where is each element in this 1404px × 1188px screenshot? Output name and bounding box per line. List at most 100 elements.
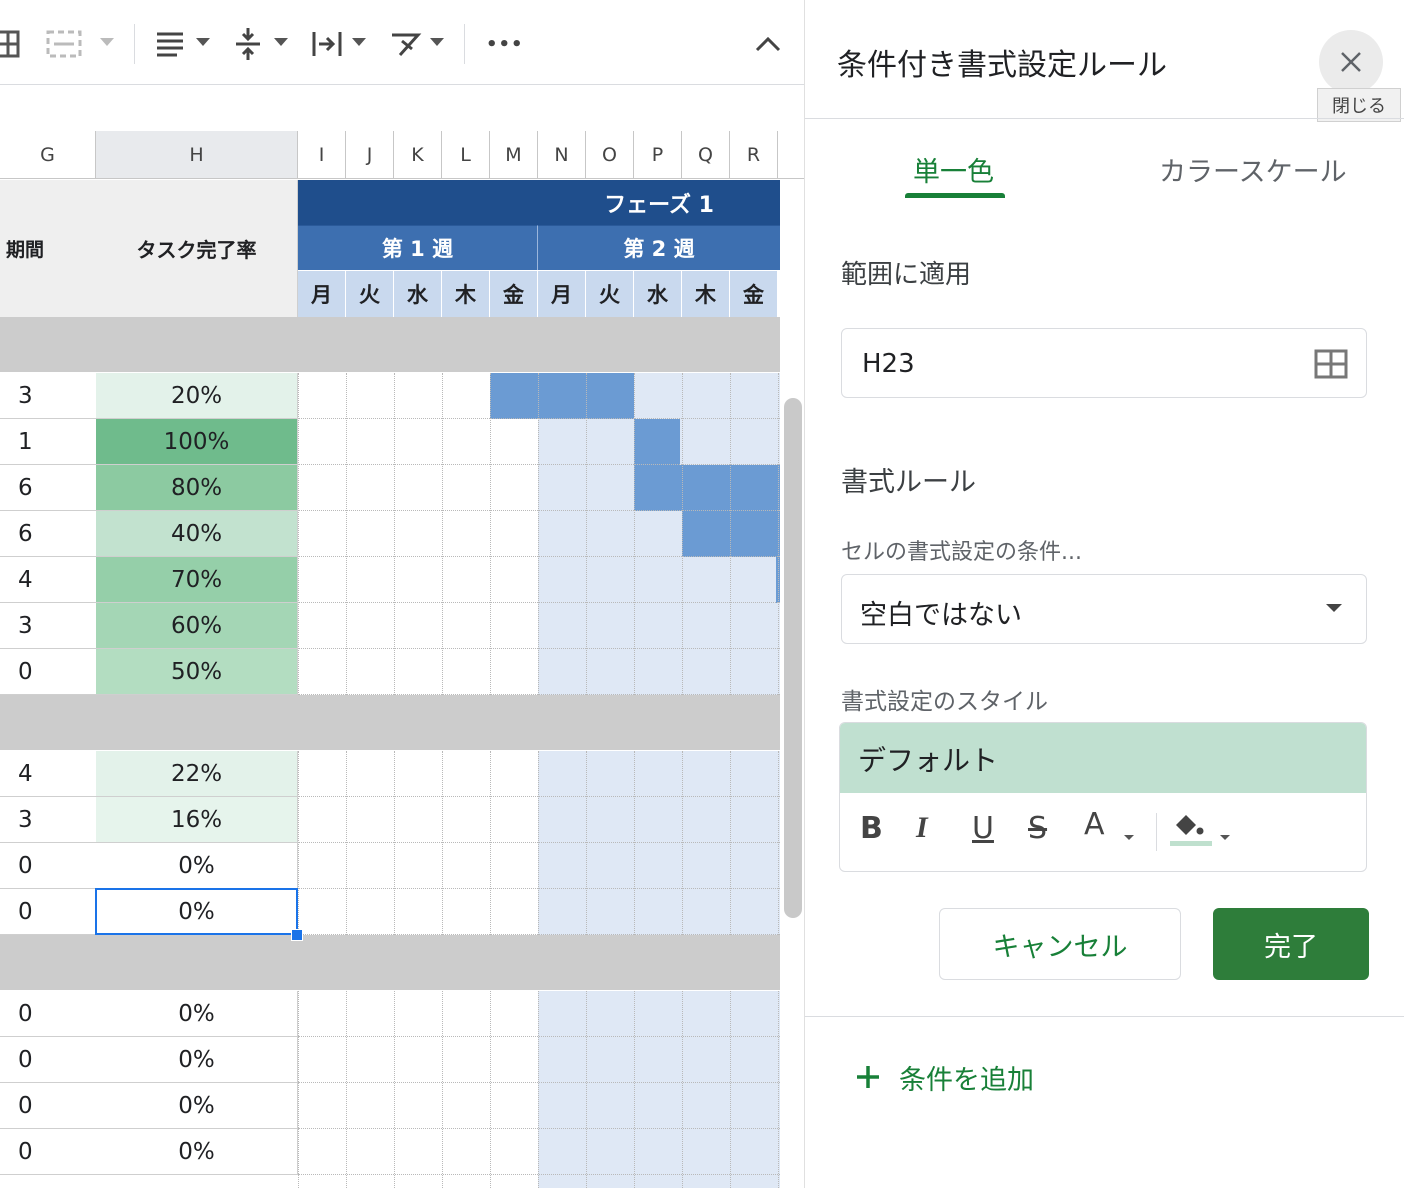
cell-period[interactable]: 6 (0, 465, 96, 511)
cell-period[interactable]: 0 (0, 1129, 96, 1175)
cell-completion[interactable]: 100% (96, 419, 298, 465)
day-header[interactable]: 火 (586, 271, 634, 317)
text-color-button[interactable]: A (1084, 807, 1105, 842)
header-period[interactable]: 期間 (0, 180, 96, 317)
week2-header[interactable]: 第 2 週 (538, 225, 780, 270)
column-header-n[interactable]: N (538, 131, 586, 179)
close-button[interactable] (1319, 30, 1383, 94)
condition-select[interactable]: 空白ではない (841, 574, 1367, 644)
column-header-r[interactable]: R (730, 131, 778, 179)
column-header-i[interactable]: I (298, 131, 346, 179)
column-header-p[interactable]: P (634, 131, 682, 179)
gridline (298, 888, 780, 889)
tab-single-color[interactable]: 単一色 (913, 150, 994, 189)
gridline (490, 751, 491, 935)
column-header-o[interactable]: O (586, 131, 634, 179)
week2-band (538, 751, 780, 935)
text-color-dropdown-icon[interactable] (1124, 835, 1134, 840)
cancel-button[interactable]: キャンセル (939, 908, 1181, 980)
cell-period[interactable]: 0 (0, 1037, 96, 1083)
cell-period[interactable]: 0 (0, 649, 96, 695)
horizontal-align-icon[interactable] (155, 24, 185, 64)
cell-completion[interactable]: 0% (96, 991, 298, 1037)
column-header-m[interactable]: M (490, 131, 538, 179)
cell-period[interactable]: 0 (0, 843, 96, 889)
cell-period[interactable]: 3 (0, 797, 96, 843)
day-header[interactable]: 金 (730, 271, 778, 317)
week1-header[interactable]: 第 1 週 (298, 225, 538, 270)
rotate-dropdown-icon[interactable] (430, 38, 444, 46)
phase-header[interactable]: フェーズ 1 (298, 180, 780, 225)
fill-color-icon[interactable] (1170, 811, 1214, 847)
gantt-bar[interactable] (682, 511, 780, 557)
day-header[interactable]: 木 (442, 271, 490, 317)
column-header-q[interactable]: Q (682, 131, 730, 179)
gridline (442, 991, 443, 1188)
merge-cells-icon[interactable] (46, 24, 82, 64)
select-range-icon[interactable] (1314, 349, 1348, 379)
cell-completion[interactable]: 0% (96, 1037, 298, 1083)
text-wrap-icon[interactable] (311, 24, 343, 64)
cell-completion[interactable]: 70% (96, 557, 298, 603)
cell-period[interactable]: 4 (0, 751, 96, 797)
day-header[interactable]: 金 (490, 271, 538, 317)
table-icon[interactable] (0, 24, 20, 64)
cell-completion[interactable]: 16% (96, 797, 298, 843)
cell-completion[interactable]: 50% (96, 649, 298, 695)
range-input[interactable]: H23 (841, 328, 1367, 398)
valign-dropdown-icon[interactable] (274, 38, 288, 46)
cell-completion[interactable]: 0% (96, 843, 298, 889)
cell-completion[interactable]: 0% (96, 1129, 298, 1175)
gantt-bar[interactable] (634, 465, 780, 511)
cell-period[interactable]: 6 (0, 511, 96, 557)
cell-completion[interactable]: 20% (96, 373, 298, 419)
vertical-align-icon[interactable] (234, 24, 262, 64)
day-header[interactable]: 月 (538, 271, 586, 317)
cell-period[interactable]: 3 (0, 603, 96, 649)
day-header[interactable]: 火 (346, 271, 394, 317)
gantt-bar[interactable] (490, 373, 634, 419)
column-header-l[interactable]: L (442, 131, 490, 179)
day-header[interactable]: 水 (394, 271, 442, 317)
italic-button[interactable]: I (916, 811, 928, 845)
day-header[interactable]: 木 (682, 271, 730, 317)
strikethrough-button[interactable]: S (1028, 811, 1047, 846)
done-button[interactable]: 完了 (1213, 908, 1369, 980)
column-header-g[interactable]: G (0, 131, 96, 179)
day-header[interactable]: 月 (298, 271, 346, 317)
fill-color-dropdown-icon[interactable] (1220, 835, 1230, 840)
cell-completion[interactable]: 22% (96, 751, 298, 797)
vertical-scrollbar[interactable] (784, 398, 802, 918)
header-completion[interactable]: タスク完了率 (96, 180, 298, 317)
more-icon[interactable]: ••• (486, 24, 524, 64)
cell-completion[interactable]: 80% (96, 465, 298, 511)
text-rotate-icon[interactable] (388, 24, 422, 64)
style-preview[interactable]: デフォルト (840, 723, 1366, 793)
cell-completion[interactable]: 40% (96, 511, 298, 557)
tab-color-scale[interactable]: カラースケール (1159, 150, 1347, 189)
selected-cell-outline[interactable] (95, 888, 298, 935)
gantt-bar[interactable] (634, 419, 680, 465)
wrap-dropdown-icon[interactable] (352, 38, 366, 46)
cell-period[interactable]: 0 (0, 1083, 96, 1129)
cell-completion[interactable]: 0% (96, 1083, 298, 1129)
halign-dropdown-icon[interactable] (196, 38, 210, 46)
cell-period[interactable]: 0 (0, 991, 96, 1037)
cell-period[interactable]: 4 (0, 557, 96, 603)
merge-dropdown-icon[interactable] (100, 38, 114, 46)
cell-completion[interactable]: 60% (96, 603, 298, 649)
column-header-h[interactable]: H (96, 131, 298, 179)
cell-period[interactable]: 0 (0, 889, 96, 935)
gridline (346, 991, 347, 1188)
fill-handle[interactable] (291, 929, 303, 941)
group-separator-row (0, 317, 780, 372)
column-header-s[interactable] (778, 131, 804, 179)
cell-period[interactable]: 1 (0, 419, 96, 465)
underline-button[interactable]: U (972, 811, 994, 846)
column-header-j[interactable]: J (346, 131, 394, 179)
column-header-k[interactable]: K (394, 131, 442, 179)
bold-button[interactable]: B (860, 811, 883, 846)
collapse-icon[interactable] (754, 24, 782, 64)
cell-period[interactable]: 3 (0, 373, 96, 419)
day-header[interactable]: 水 (634, 271, 682, 317)
